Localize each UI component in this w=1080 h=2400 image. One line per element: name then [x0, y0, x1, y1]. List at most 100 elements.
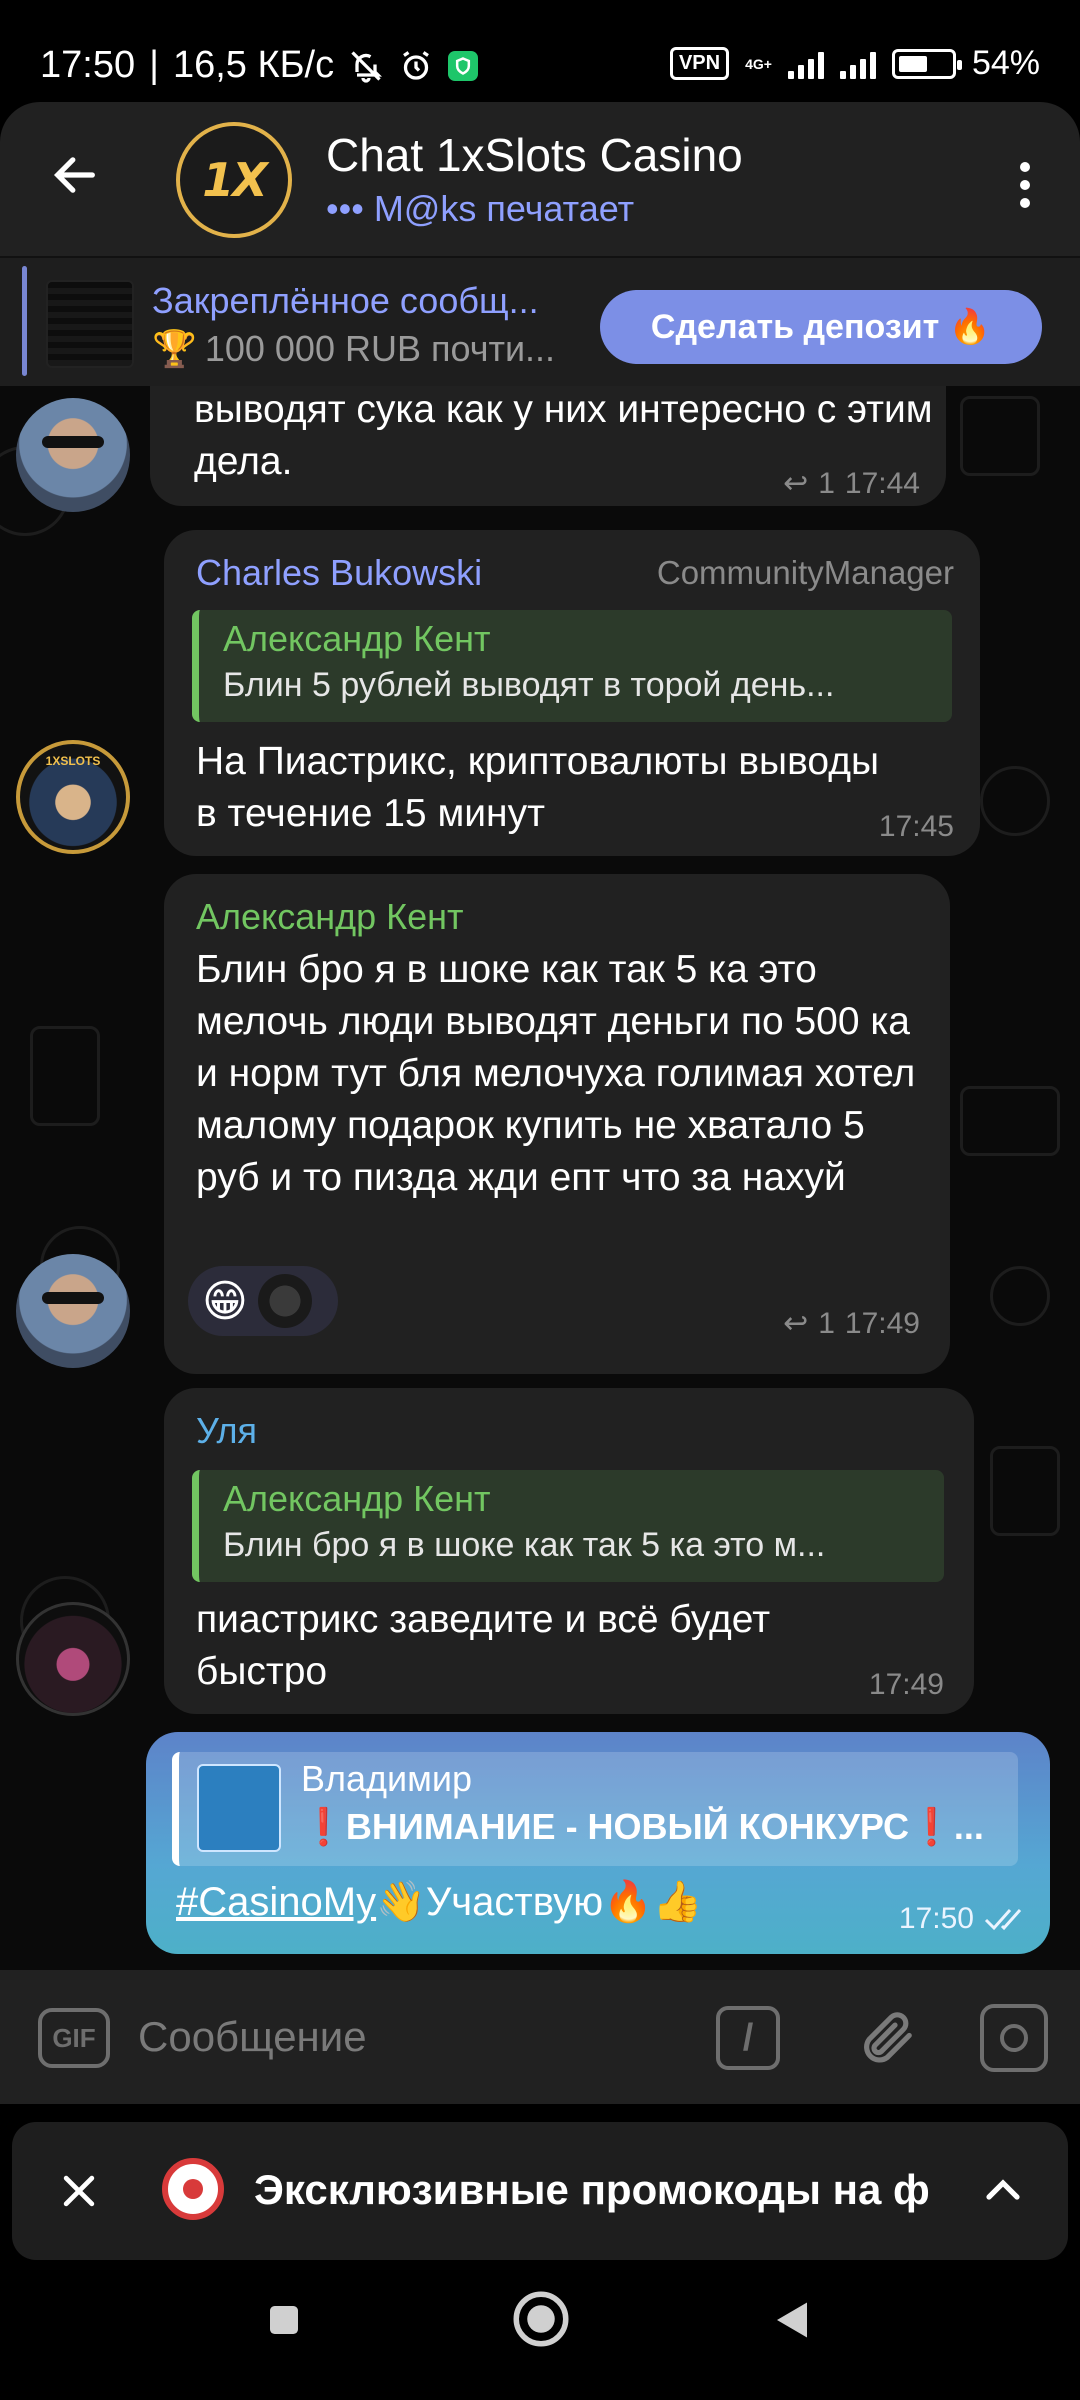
promo-banner[interactable]: Эксклюзивные промокоды на ф	[12, 2122, 1068, 2260]
chat-messages[interactable]: выводят сука как у них интересно с этим …	[0, 386, 1080, 1970]
message-text: пиастрикс заведите и всё будет быстро	[196, 1598, 771, 1693]
user-avatar-ulya[interactable]	[16, 1602, 130, 1716]
camera-button[interactable]	[980, 2004, 1048, 2072]
sunglasses-shape	[42, 436, 104, 448]
reply-preview: Блин 5 рублей выводят в торой день...	[223, 666, 835, 704]
chevron-up-icon	[986, 2179, 1020, 2200]
reply-quote[interactable]: Владимир ❗ВНИМАНИЕ - НОВЫЙ КОНКУРС❗...	[172, 1752, 1018, 1866]
message-time: 17:49	[868, 1668, 944, 1701]
background-doodle	[30, 1026, 100, 1126]
promo-icon-center	[183, 2179, 203, 2199]
camera-icon	[1000, 2024, 1028, 2052]
network-type: 4G+	[745, 55, 772, 72]
reply-thumbnail	[197, 1764, 281, 1852]
reply-preview: ❗ВНИМАНИЕ - НОВЫЙ КОНКУРС❗...	[301, 1806, 984, 1847]
message-meta: ↩ 1 17:49	[783, 1306, 920, 1341]
message-bubble-3[interactable]: Александр Кент Блин бро я в шоке как так…	[164, 874, 950, 1374]
background-doodle	[960, 396, 1040, 476]
more-menu-button[interactable]	[1000, 150, 1050, 220]
square-icon	[270, 2306, 298, 2334]
battery-icon	[891, 48, 962, 79]
recents-button[interactable]	[256, 2292, 312, 2348]
user-avatar-aleksandr[interactable]	[16, 398, 130, 512]
reactor-avatar	[257, 1274, 312, 1328]
circle-icon	[513, 2291, 569, 2347]
pinned-preview: 100 000 RUB почти...	[204, 328, 556, 369]
message-content: #CasinoMy👋Участвую🔥👍	[176, 1878, 703, 1925]
message-text: 👋Участвую🔥👍	[376, 1880, 703, 1924]
background-doodle	[990, 1266, 1050, 1326]
sender-role: CommunityManager	[656, 554, 954, 591]
message-bubble-1[interactable]: выводят сука как у них интересно с этим …	[150, 386, 946, 506]
reply-author: Александр Кент	[223, 618, 491, 659]
chat-title[interactable]: Chat 1xSlots Casino	[326, 128, 743, 182]
promo-icon	[162, 2158, 224, 2220]
reply-quote[interactable]: Александр Кент Блин 5 рублей выводят в т…	[192, 610, 952, 722]
make-deposit-button[interactable]: Сделать депозит 🔥	[600, 290, 1042, 364]
status-left: 17:50 | 16,5 КБ/с	[40, 44, 479, 87]
status-time: 17:50	[40, 44, 136, 86]
dot-icon	[1020, 180, 1030, 190]
message-text: Блин бро я в шоке как так 5 ка это мелоч…	[196, 948, 916, 1199]
message-meta: ↩ 1 17:44	[783, 466, 920, 501]
sender-name[interactable]: Charles Bukowski	[196, 552, 482, 594]
reaction-emoji: 😁	[202, 1276, 248, 1326]
message-bubble-2[interactable]: Charles Bukowski CommunityManager Алекса…	[164, 530, 980, 856]
message-meta: 17:50	[899, 1902, 1028, 1936]
system-nav-bar	[0, 2260, 1080, 2400]
dot-icon	[1020, 198, 1030, 208]
chat-avatar[interactable]: 1X	[176, 122, 292, 238]
message-time: 17:44	[844, 466, 920, 500]
pinned-text: 🏆 100 000 RUB почти...	[152, 328, 582, 370]
message-time: 17:45	[878, 810, 954, 843]
home-button[interactable]	[508, 2286, 574, 2352]
message-text: На Пиастрикс, криптовалюты выводы в тече…	[196, 740, 879, 835]
message-time: 17:49	[844, 1306, 920, 1340]
message-time: 17:50	[898, 1902, 974, 1935]
reply-count: 1	[818, 1306, 835, 1340]
bot-command-button[interactable]: /	[716, 2006, 780, 2070]
dot-icon	[1020, 162, 1030, 172]
status-bar: 17:50 | 16,5 КБ/с VPN 4G+ 54%	[0, 0, 1080, 110]
trophy-icon: 🏆	[152, 328, 197, 369]
promo-close-button[interactable]	[46, 2158, 112, 2224]
net-speed: 16,5 КБ/с	[172, 44, 335, 86]
attach-button[interactable]	[848, 2000, 924, 2076]
reply-arrow-icon: ↩	[783, 467, 809, 500]
message-bubble-4[interactable]: Уля Александр Кент Блин бро я в шоке как…	[164, 1388, 974, 1714]
triangle-back-icon	[777, 2302, 807, 2338]
message-input-bar: GIF /	[0, 1970, 1080, 2104]
paperclip-icon	[864, 2012, 912, 2063]
chat-header: 1X Chat 1xSlots Casino ••• M@ks печатает	[0, 102, 1080, 256]
reply-quote[interactable]: Александр Кент Блин бро я в шоке как так…	[192, 1470, 944, 1582]
sender-name[interactable]: Уля	[196, 1410, 257, 1452]
chat-avatar-logo: 1X	[202, 153, 267, 207]
hashtag-link[interactable]: #CasinoMy	[176, 1880, 376, 1924]
user-avatar-charles[interactable]: 1XSLOTS	[16, 740, 130, 854]
message-bubble-outgoing[interactable]: Владимир ❗ВНИМАНИЕ - НОВЫЙ КОНКУРС❗... #…	[146, 1732, 1050, 1954]
message-meta: 17:49	[869, 1668, 944, 1702]
back-nav-button[interactable]	[762, 2290, 822, 2350]
arrow-left-icon	[53, 157, 95, 193]
user-avatar-aleksandr[interactable]	[16, 1254, 130, 1368]
reply-arrow-icon: ↩	[783, 1307, 809, 1340]
typing-text: M@ks печатает	[373, 188, 635, 229]
reaction-chip[interactable]: 😁	[188, 1266, 338, 1336]
bell-off-icon	[351, 50, 383, 83]
pinned-thumbnail	[46, 280, 134, 368]
vpn-badge: VPN	[669, 47, 730, 80]
reply-count: 1	[818, 466, 835, 500]
message-meta: 17:45	[879, 810, 954, 844]
battery-fill	[898, 55, 927, 72]
promo-expand-button[interactable]	[968, 2156, 1038, 2226]
pinned-message-bar[interactable]: Закреплённое сообщ... 🏆 100 000 RUB почт…	[0, 256, 1080, 386]
background-doodle	[960, 1086, 1060, 1156]
message-input[interactable]	[138, 2000, 658, 2074]
promo-text: Эксклюзивные промокоды на ф	[254, 2166, 930, 2213]
back-button[interactable]	[40, 140, 110, 210]
alarm-icon	[403, 50, 430, 80]
reply-preview: Блин бро я в шоке как так 5 ка это м...	[223, 1526, 826, 1564]
background-doodle	[990, 1446, 1060, 1536]
gif-button[interactable]: GIF	[38, 2008, 110, 2068]
sender-name[interactable]: Александр Кент	[196, 896, 464, 938]
